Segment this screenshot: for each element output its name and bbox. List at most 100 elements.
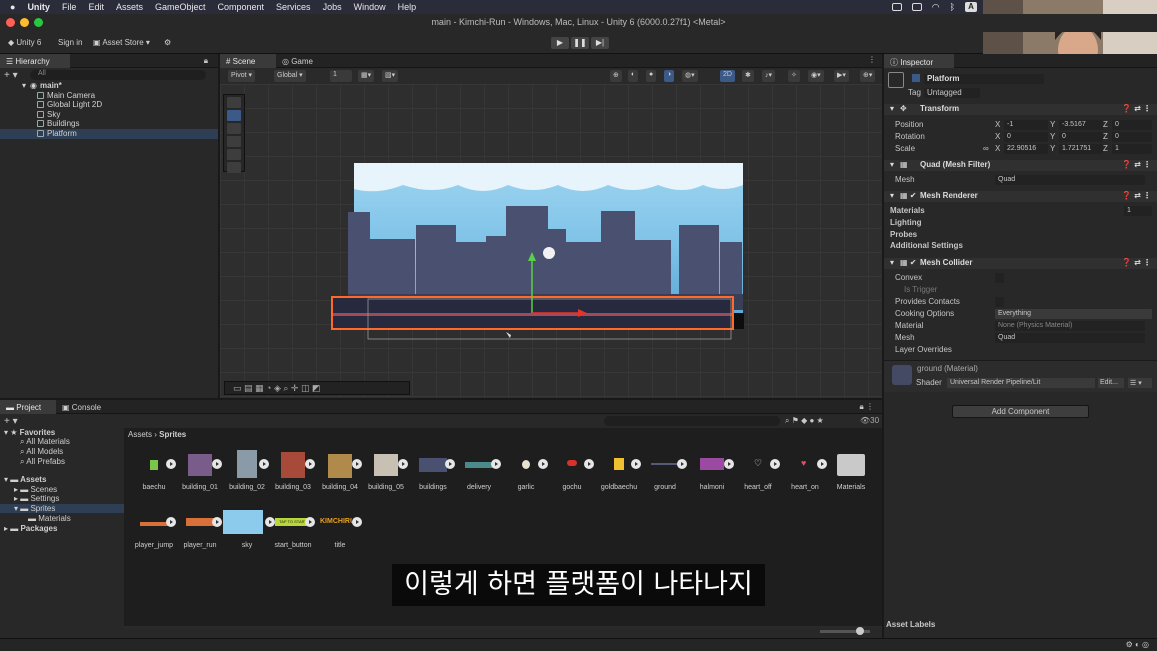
asset-heart-on[interactable]: ♥ heart_on	[782, 450, 828, 491]
hand-tool-icon[interactable]	[227, 97, 241, 108]
asset-ground[interactable]: ground	[642, 450, 688, 491]
hierarchy-search-input[interactable]: All	[30, 70, 206, 80]
asset-delivery[interactable]: delivery	[456, 450, 502, 491]
favorite-item-prefabs[interactable]: ⌕ All Prefabs	[20, 457, 65, 467]
asset-store-button[interactable]: ▣ Asset Store ▾	[93, 38, 150, 47]
account-button[interactable]: ◆ Unity 6	[8, 38, 41, 47]
scale-y-input[interactable]: 1.721751	[1059, 144, 1103, 154]
packages-folder[interactable]: ▸ ▬ Packages	[4, 524, 57, 533]
hidden-objects-icon[interactable]: ◉▾	[808, 70, 824, 82]
shader-edit-button[interactable]: Edit...	[1098, 378, 1124, 388]
play-icon[interactable]	[491, 459, 501, 469]
tab-hierarchy[interactable]: ☰ Hierarchy	[0, 54, 70, 68]
folder-scenes[interactable]: ▸ ▬ Scenes	[14, 485, 57, 494]
play-icon[interactable]	[166, 459, 176, 469]
shading-solid-icon[interactable]: ●	[646, 70, 657, 82]
component-menu-icon[interactable]: ❓ ⇄ ⋮	[1122, 104, 1151, 113]
mesh-renderer-header[interactable]: ▾ ▦ ✔ Mesh Renderer ❓ ⇄ ⋮	[884, 191, 1157, 202]
zoom-slider[interactable]	[820, 627, 870, 635]
shader-dropdown[interactable]: Universal Render Pipeline/Lit	[947, 378, 1095, 388]
shader-menu-dropdown[interactable]: ☰ ▾	[1128, 378, 1152, 388]
materials-count[interactable]: 1	[1124, 206, 1152, 216]
global-dropdown[interactable]: Global ▾	[274, 70, 306, 82]
menu-edit[interactable]: Edit	[88, 2, 104, 12]
asset-baechu[interactable]: baechu	[131, 450, 177, 491]
folder-settings[interactable]: ▸ ▬ Settings	[14, 494, 59, 503]
play-icon[interactable]	[770, 459, 780, 469]
gizmo-orientation-icon[interactable]: ⊕	[610, 70, 622, 82]
menu-app[interactable]: Unity	[27, 2, 50, 12]
search-filter-icons[interactable]: ⌕ ⚑ ◆ ● ★	[785, 416, 824, 426]
more-options-icon[interactable]: ⋮	[868, 55, 876, 64]
menu-help[interactable]: Help	[398, 2, 417, 12]
rect-tool-icon[interactable]	[227, 149, 241, 160]
play-icon[interactable]	[631, 459, 641, 469]
gizmos-icon[interactable]: ⊕▾	[860, 70, 876, 82]
contacts-checkbox[interactable]	[995, 297, 1004, 307]
hierarchy-item-buildings[interactable]: Buildings	[0, 119, 218, 129]
play-icon[interactable]	[305, 517, 315, 527]
asset-building-01[interactable]: building_01	[177, 450, 223, 491]
play-icon[interactable]	[398, 459, 408, 469]
play-icon[interactable]	[724, 459, 734, 469]
mode-2d-toggle[interactable]: 2D	[720, 70, 735, 82]
lock-icon[interactable]: 🔒︎ ⋮	[860, 402, 874, 412]
menu-services[interactable]: Services	[276, 2, 311, 12]
folder-sprites[interactable]: ▾ ▬ Sprites	[0, 504, 124, 513]
mesh-collider-header[interactable]: ▾ ▦ ✔ Mesh Collider ❓ ⇄ ⋮	[884, 258, 1157, 269]
play-icon[interactable]	[259, 459, 269, 469]
assets-folder[interactable]: ▾ ▬ Assets	[4, 475, 46, 484]
transform-tool-icon[interactable]	[227, 162, 241, 173]
menu-component[interactable]: Component	[218, 2, 265, 12]
light-gizmo-icon[interactable]	[543, 247, 555, 259]
favorite-item-materials[interactable]: ⌕ All Materials	[20, 437, 70, 447]
asset-building-04[interactable]: building_04	[317, 450, 363, 491]
asset-heart-off[interactable]: ♡ heart_off	[735, 450, 781, 491]
shading-lit-icon[interactable]: ◑	[664, 70, 675, 82]
zoom-slider-handle[interactable]	[856, 627, 864, 635]
add-component-button[interactable]: Add Component	[952, 405, 1089, 418]
asset-garlic[interactable]: garlic	[503, 450, 549, 491]
favorites-folder[interactable]: ▾ ★ Favorites	[4, 428, 55, 437]
rotation-y-input[interactable]: 0	[1059, 132, 1103, 142]
object-name-input[interactable]: Platform	[924, 74, 1044, 84]
camera-settings-icon[interactable]: ▶▾	[834, 70, 849, 82]
mesh-field[interactable]: Quad	[995, 175, 1145, 185]
menu-window[interactable]: Window	[354, 2, 386, 12]
hierarchy-item-global-light[interactable]: Global Light 2D	[0, 100, 218, 110]
screen-icon[interactable]	[891, 3, 902, 11]
audio-toggle-icon[interactable]: ♪▾	[762, 70, 776, 82]
link-scale-icon[interactable]: ∞	[983, 144, 989, 153]
collider-mesh-field[interactable]: Quad	[995, 333, 1145, 343]
expand-arrow-icon[interactable]: ▾	[22, 81, 26, 90]
lock-icon[interactable]: 🔒︎	[204, 56, 208, 66]
asset-title[interactable]: KIMCHIRUN title	[317, 508, 363, 549]
probes-foldout[interactable]: Probes	[884, 230, 1157, 241]
lighting-foldout[interactable]: Lighting	[884, 218, 1157, 229]
wifi-icon[interactable]: ◠	[932, 2, 940, 13]
draw-mode-icon[interactable]: ◍▾	[682, 70, 698, 82]
status-icons[interactable]: ⚙ ◐ ◎	[1126, 640, 1149, 649]
play-button[interactable]: ▶	[551, 37, 569, 49]
asset-buildings[interactable]: buildings	[410, 450, 456, 491]
sign-in-link[interactable]: Sign in	[58, 38, 82, 47]
layer-overrides-foldout[interactable]: Layer Overrides	[884, 345, 1157, 356]
asset-player-run[interactable]: player_run	[177, 508, 223, 549]
asset-sky[interactable]: sky	[223, 508, 275, 549]
step-button[interactable]: ▶|	[591, 37, 609, 49]
asset-player-jump[interactable]: player_jump	[131, 508, 177, 549]
folder-materials[interactable]: ▬ Materials	[28, 514, 71, 523]
breadcrumb-sprites[interactable]: Sprites	[159, 430, 186, 439]
transform-header[interactable]: ▾ ✥ Transform ❓ ⇄ ⋮	[884, 104, 1157, 115]
scene-row[interactable]: ▾ ◉ main*	[0, 81, 218, 91]
play-icon[interactable]	[352, 459, 362, 469]
move-tool-icon[interactable]	[227, 110, 241, 121]
fx-toggle-icon[interactable]: ✧	[788, 70, 800, 82]
scale-z-input[interactable]: 1	[1112, 144, 1152, 154]
component-menu-icon[interactable]: ❓ ⇄ ⋮	[1122, 191, 1151, 200]
scale-x-input[interactable]: 22.90516	[1004, 144, 1048, 154]
rotation-z-input[interactable]: 0	[1112, 132, 1152, 142]
bluetooth-icon[interactable]: ᛒ	[950, 2, 955, 12]
asset-materials-folder[interactable]: Materials	[828, 450, 874, 491]
pivot-dropdown[interactable]: Pivot ▾	[228, 70, 256, 82]
